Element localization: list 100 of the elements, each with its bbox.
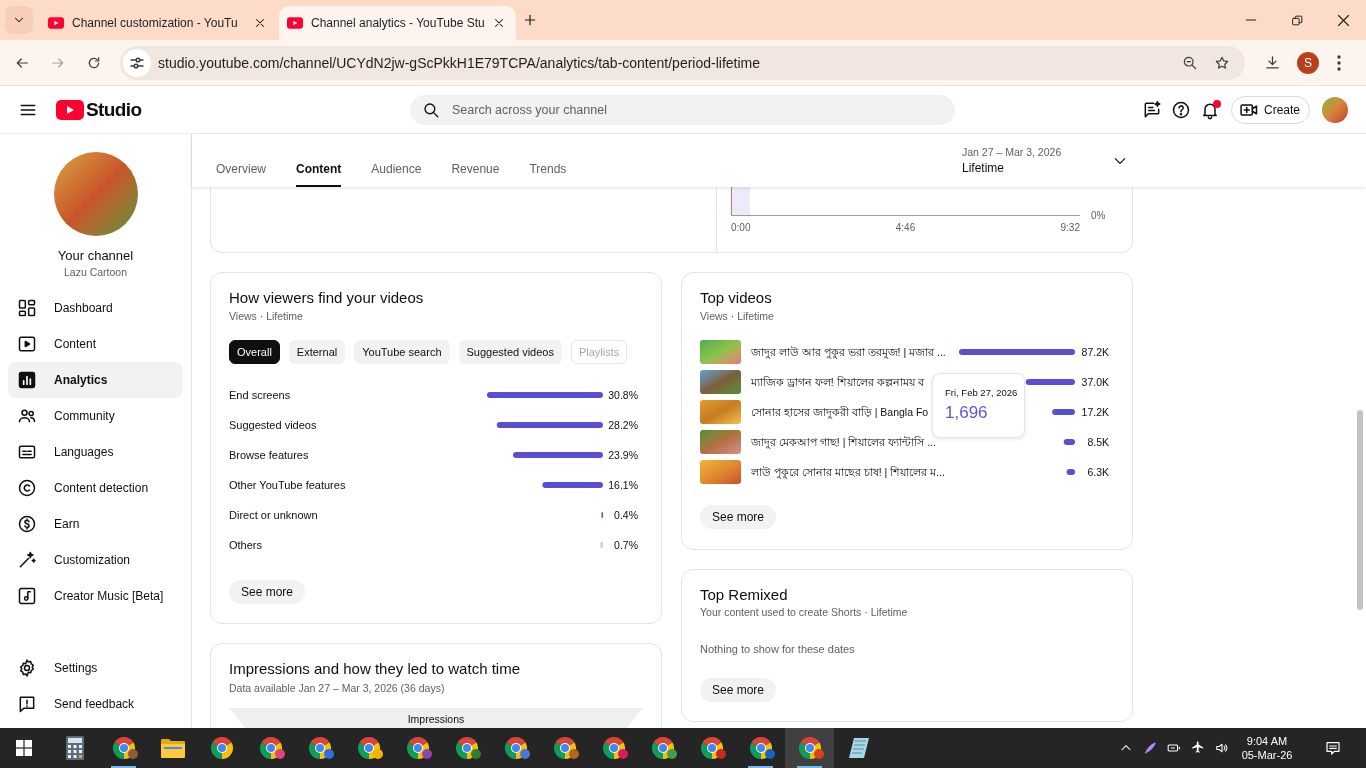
restore-icon[interactable] <box>1290 13 1304 27</box>
category-label: Other YouTube features <box>229 478 346 492</box>
see-more-button[interactable]: See more <box>700 505 777 529</box>
close-icon[interactable] <box>253 16 267 30</box>
date-range-dropdown[interactable]: Jan 27 – Mar 3, 2026 Lifetime <box>950 139 1133 182</box>
scrollbar-thumb[interactable] <box>1357 410 1363 610</box>
people-icon <box>17 406 37 426</box>
music-note-icon <box>17 586 37 606</box>
taskbar-button[interactable] <box>785 728 834 768</box>
browser-icon <box>405 736 430 760</box>
browser-tab[interactable]: Channel analytics - YouTube Stu <box>279 6 516 40</box>
sidebar-item[interactable]: Send feedback <box>8 686 183 722</box>
sidebar-item[interactable]: Languages <box>8 434 183 470</box>
value-label: 16.1% <box>608 478 638 492</box>
value-label: 87.2K <box>1081 345 1109 359</box>
analytics-tab[interactable]: Audience <box>371 134 422 187</box>
download-icon[interactable] <box>1264 54 1281 71</box>
close-icon[interactable] <box>492 16 506 30</box>
more-icon[interactable] <box>1337 54 1341 71</box>
channel-label: Your channel <box>57 248 134 264</box>
video-title[interactable]: ম্যাজিক ড্রাগন ফল! শিয়ালের কল্পনাময় ব <box>751 375 924 389</box>
notification-icon[interactable] <box>1325 740 1341 756</box>
sidebar-item[interactable]: Customization <box>8 542 183 578</box>
new-tab-icon[interactable] <box>522 12 538 28</box>
speaker-icon[interactable] <box>1215 741 1229 755</box>
card-subtitle: Views · Lifetime <box>700 309 774 323</box>
filter-chip[interactable]: YouTube search <box>354 340 450 364</box>
browser-tab[interactable]: Channel customization - YouTu <box>40 6 277 40</box>
windows-logo-icon[interactable] <box>16 740 32 756</box>
magic-wand-icon <box>17 550 37 570</box>
card-title: How viewers find your videos <box>229 288 424 308</box>
logo-text[interactable]: Studio <box>86 98 142 121</box>
filter-chip[interactable]: Suggested videos <box>458 340 562 364</box>
browser-icon <box>552 736 577 760</box>
site-info-icon[interactable] <box>123 48 151 77</box>
category-label: Suggested videos <box>229 418 317 432</box>
star-icon[interactable] <box>1214 54 1230 71</box>
browser-icon <box>601 736 626 760</box>
battery-icon[interactable] <box>1167 741 1181 755</box>
bar-chart-icon <box>17 370 37 390</box>
calculator-icon <box>64 736 85 760</box>
tooltip-value: 1,696 <box>945 403 988 423</box>
analytics-tab[interactable]: Overview <box>216 134 266 187</box>
chart-bar <box>542 482 603 488</box>
thumbnail-image[interactable] <box>700 400 741 424</box>
avatar-image[interactable] <box>1322 96 1348 123</box>
subtitles-icon <box>17 442 37 462</box>
card-subtitle: Views · Lifetime <box>229 309 303 323</box>
sidebar-item[interactable]: Analytics <box>8 362 183 398</box>
feather-pen-icon[interactable] <box>1143 741 1157 755</box>
card-subtitle: Data available Jan 27 – Mar 3, 2026 (36 days) <box>229 681 445 695</box>
value-label: 8.5K <box>1087 435 1109 449</box>
thumbnail-image[interactable] <box>700 370 741 394</box>
filter-chip[interactable]: Overall <box>229 340 280 364</box>
browser-icon <box>699 736 724 760</box>
sidebar-item[interactable]: Community <box>8 398 183 434</box>
video-title[interactable]: জাদুর লাউ আর পুকুর ভরা তরমুজ! | মজার ... <box>751 345 946 359</box>
search-icon[interactable] <box>422 100 440 119</box>
see-more-button[interactable]: See more <box>229 580 306 604</box>
airplane-icon[interactable] <box>1191 741 1205 755</box>
zoom-out-icon[interactable] <box>1182 54 1198 71</box>
analytics-tab[interactable]: Revenue <box>451 134 500 187</box>
see-more-button[interactable]: See more <box>700 678 777 702</box>
video-title[interactable]: সোনার হাসের জাদুকরী বাড়ি | Bangla Fo <box>751 405 929 419</box>
exclamation-icon <box>17 694 37 714</box>
channel-name: Lazu Cartoon <box>63 265 127 279</box>
value-label: 37.0K <box>1081 375 1109 389</box>
profile-button[interactable]: S <box>1297 51 1319 74</box>
video-title[interactable]: জাদুর মেকআপ গাছ! | শিয়ালের ফ্যান্টাসি ... <box>751 435 936 449</box>
empty-message: Nothing to show for these dates <box>700 642 855 656</box>
tooltip-date: Fri, Feb 27, 2026 <box>945 387 1018 399</box>
analytics-tab[interactable]: Trends <box>529 134 567 187</box>
clock-button[interactable]: 9:04 AM 05-Mar-26 <box>1239 734 1295 762</box>
sidebar-item[interactable]: Settings <box>8 650 183 686</box>
address-bar[interactable]: studio.youtube.com/channel/UCYdN2jw-gScPkkH1E79TCPA/analytics/tab-content/period-lifetime <box>120 45 1245 80</box>
value-label: 6.3K <box>1087 465 1109 479</box>
sidebar-item[interactable]: Dashboard <box>8 290 183 326</box>
help-icon[interactable] <box>1170 99 1191 120</box>
sidebar-item[interactable]: Creator Music [Beta] <box>8 578 183 614</box>
sidebar-item[interactable]: Earn <box>8 506 183 542</box>
sidebar-item[interactable]: Content detection <box>8 470 183 506</box>
search-field[interactable]: Search across your channel <box>410 94 955 125</box>
value-label: 0.4% <box>614 508 638 522</box>
close-icon[interactable] <box>1335 12 1351 28</box>
thumbnail-image[interactable] <box>700 430 741 454</box>
reload-icon[interactable] <box>86 54 102 71</box>
chart-bar <box>600 542 603 548</box>
sidebar-item[interactable]: Content <box>8 326 183 362</box>
card-title: Top videos <box>700 288 772 308</box>
video-title[interactable]: লাউ পুকুরে সোনার মাছের চাষ! | শিয়ালের ম... <box>751 465 945 479</box>
thumbnail-image[interactable] <box>700 460 741 484</box>
card-title: Impressions and how they led to watch time <box>229 659 520 679</box>
filter-chip[interactable]: External <box>288 340 346 364</box>
analytics-tab[interactable]: Content <box>296 134 342 187</box>
play-logo-icon <box>56 99 84 120</box>
chart-bar <box>1063 439 1075 445</box>
axis-label: 9:32 <box>1060 222 1080 234</box>
browser-icon <box>454 736 479 760</box>
thumbnail-image[interactable] <box>700 340 741 364</box>
browser-icon <box>258 736 283 760</box>
